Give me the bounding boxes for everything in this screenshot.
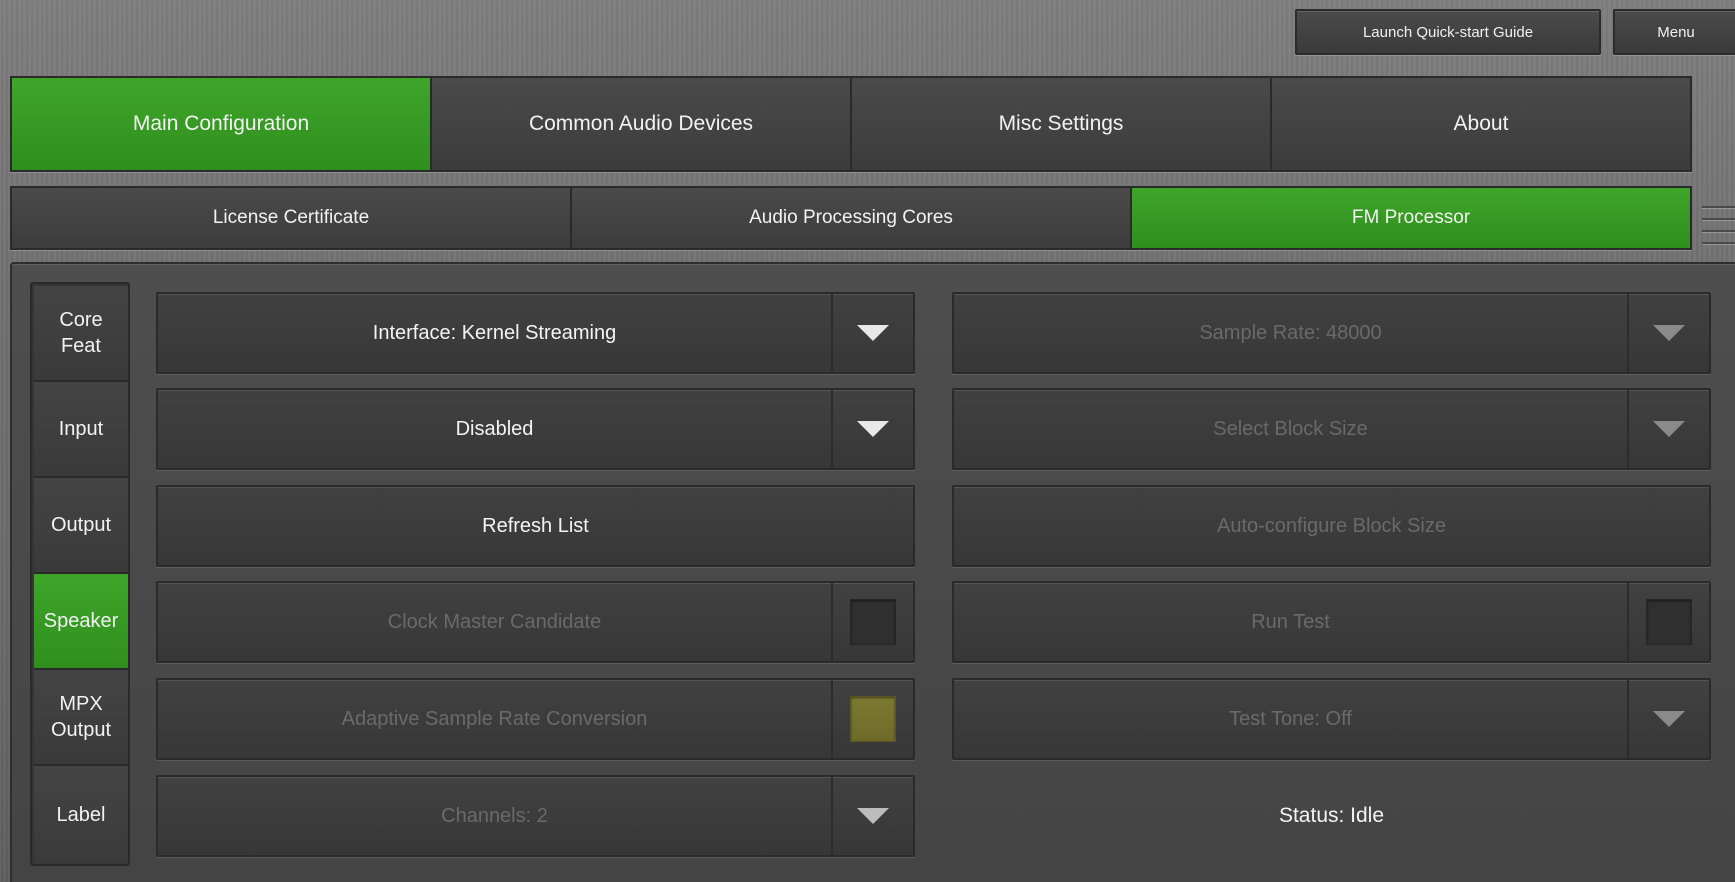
- adaptive-src-label: Adaptive Sample Rate Conversion: [341, 707, 648, 730]
- device-dropdown-toggle[interactable]: [831, 390, 913, 468]
- side-item-input[interactable]: Input: [34, 382, 128, 478]
- status-text: Status: Idle: [1278, 804, 1385, 827]
- menu-button[interactable]: Menu: [1613, 9, 1735, 55]
- main-tab-bar: Main Configuration Common Audio Devices …: [10, 76, 1692, 172]
- sample-rate-toggle[interactable]: [1627, 294, 1709, 372]
- chevron-down-icon: [857, 325, 889, 341]
- chevron-down-icon: [1653, 711, 1685, 727]
- side-nav: Core Feat Input Output Speaker MPX Outpu…: [30, 282, 130, 866]
- test-tone-toggle[interactable]: [1627, 680, 1709, 758]
- block-size-label: Select Block Size: [1213, 417, 1368, 440]
- side-item-core-feat[interactable]: Core Feat: [34, 286, 128, 382]
- channels-dropdown-toggle[interactable]: [831, 777, 913, 855]
- tab-audio-processing-cores[interactable]: Audio Processing Cores: [572, 188, 1132, 248]
- tab-about[interactable]: About: [1272, 78, 1690, 170]
- launch-quickstart-button[interactable]: Launch Quick-start Guide: [1295, 9, 1601, 55]
- device-dropdown[interactable]: Disabled: [156, 388, 915, 470]
- clock-master-candidate-label: Clock Master Candidate: [387, 610, 602, 633]
- sample-rate-label: Sample Rate: 48000: [1199, 321, 1382, 344]
- chevron-down-icon: [857, 808, 889, 824]
- test-tone-label: Test Tone: Off: [1229, 707, 1352, 730]
- run-test-label: Run Test: [1251, 610, 1330, 633]
- device-dropdown-label: Disabled: [455, 417, 534, 440]
- chevron-down-icon: [857, 421, 889, 437]
- interface-dropdown-toggle[interactable]: [831, 294, 913, 372]
- tab-main-configuration[interactable]: Main Configuration: [12, 78, 432, 170]
- block-size-dropdown[interactable]: Select Block Size: [952, 388, 1711, 470]
- adaptive-src-checkbox-cell: [831, 680, 913, 758]
- refresh-list-button[interactable]: Refresh List: [156, 485, 915, 567]
- adaptive-src-toggle[interactable]: Adaptive Sample Rate Conversion: [156, 678, 915, 760]
- side-item-output[interactable]: Output: [34, 478, 128, 574]
- side-item-mpx-output[interactable]: MPX Output: [34, 670, 128, 766]
- auto-configure-block-size-button[interactable]: Auto-configure Block Size: [952, 485, 1711, 567]
- tab-misc-settings[interactable]: Misc Settings: [852, 78, 1272, 170]
- tab-common-audio-devices[interactable]: Common Audio Devices: [432, 78, 852, 170]
- refresh-list-label: Refresh List: [482, 514, 589, 537]
- auto-configure-block-size-label: Auto-configure Block Size: [1216, 514, 1446, 537]
- interface-dropdown[interactable]: Interface: Kernel Streaming: [156, 292, 915, 374]
- clock-master-checkbox[interactable]: [850, 599, 896, 645]
- adaptive-src-checkbox[interactable]: [850, 696, 896, 742]
- test-tone-dropdown[interactable]: Test Tone: Off: [952, 678, 1711, 760]
- chevron-down-icon: [1653, 421, 1685, 437]
- side-item-label[interactable]: Label: [34, 766, 128, 864]
- sub-tab-bar: License Certificate Audio Processing Cor…: [10, 186, 1692, 250]
- block-size-toggle[interactable]: [1627, 390, 1709, 468]
- interface-dropdown-label: Interface: Kernel Streaming: [372, 321, 617, 344]
- run-test-toggle[interactable]: Run Test: [952, 581, 1711, 663]
- run-test-checkbox-cell: [1627, 583, 1709, 661]
- clock-master-candidate-toggle[interactable]: Clock Master Candidate: [156, 581, 915, 663]
- sample-rate-dropdown[interactable]: Sample Rate: 48000: [952, 292, 1711, 374]
- run-test-checkbox[interactable]: [1646, 599, 1692, 645]
- side-item-speaker[interactable]: Speaker: [34, 574, 128, 670]
- clock-master-checkbox-cell: [831, 583, 913, 661]
- channels-dropdown-label: Channels: 2: [441, 804, 548, 827]
- chevron-down-icon: [1653, 325, 1685, 341]
- tab-fm-processor[interactable]: FM Processor: [1132, 188, 1690, 248]
- channels-dropdown[interactable]: Channels: 2: [156, 775, 915, 857]
- tab-license-certificate[interactable]: License Certificate: [12, 188, 572, 248]
